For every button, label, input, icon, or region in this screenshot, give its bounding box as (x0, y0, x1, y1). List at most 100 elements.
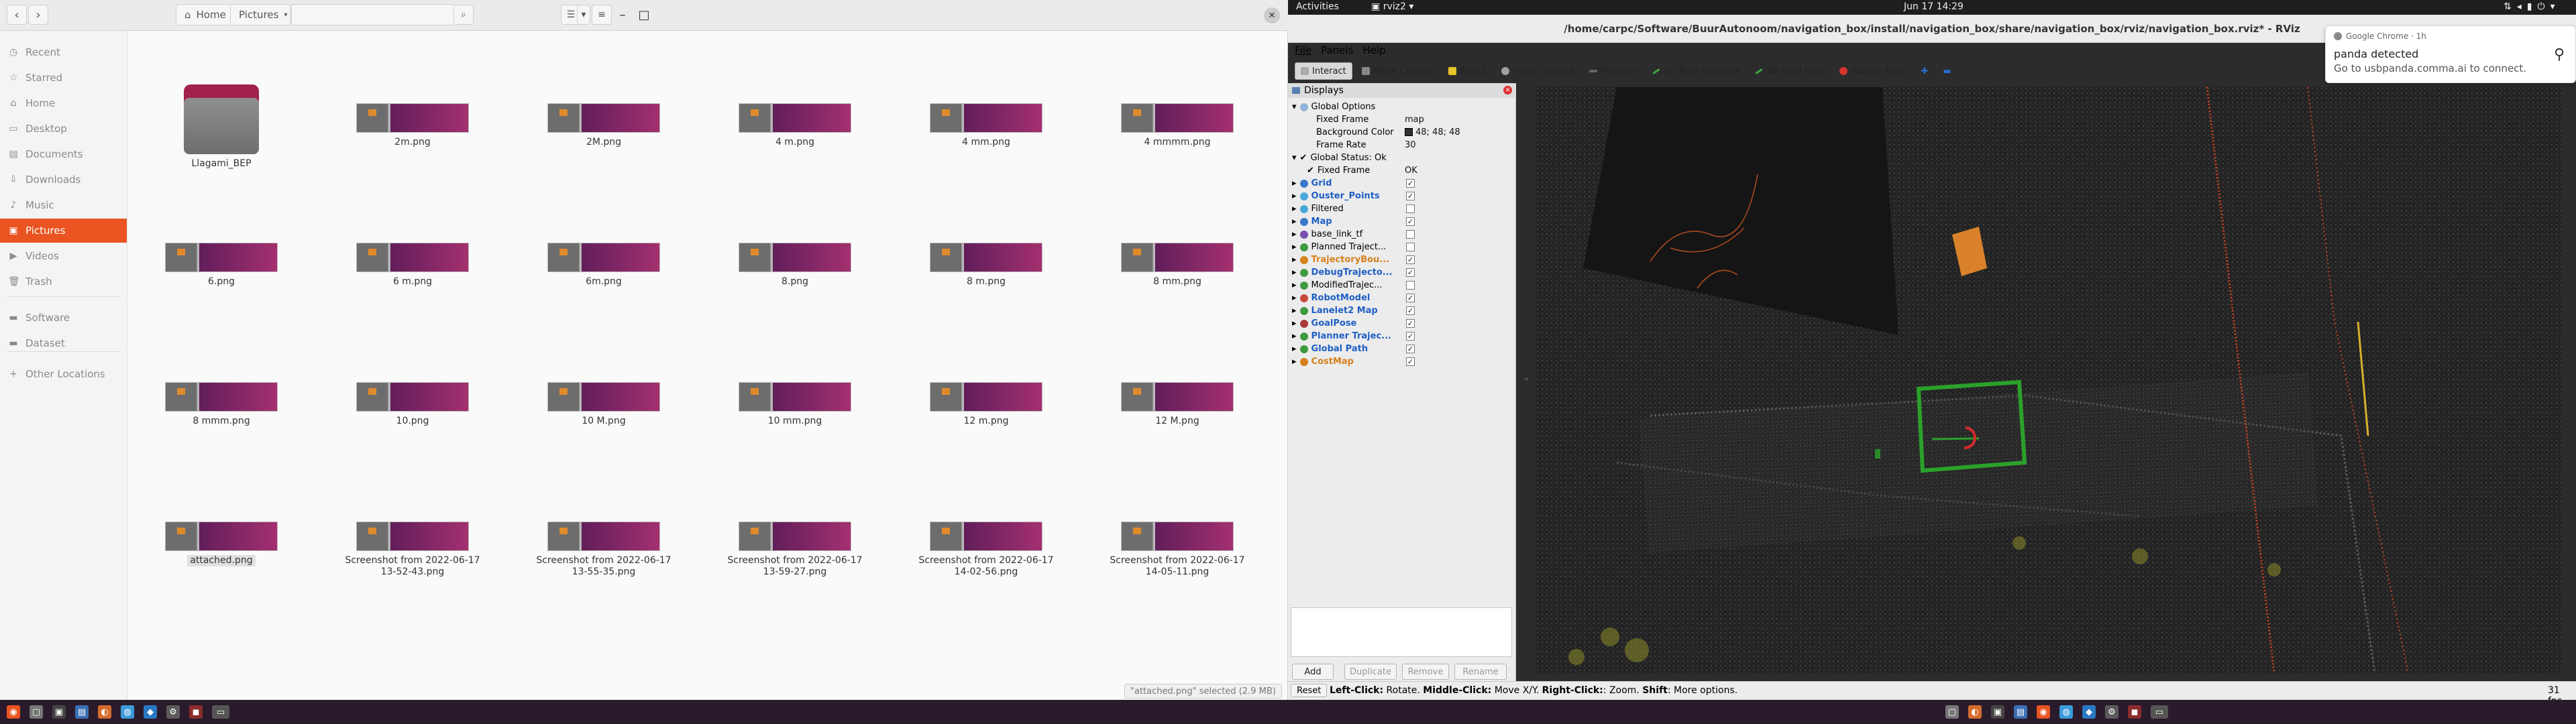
breadcrumb-pictures[interactable]: Pictures ▾ (230, 4, 290, 25)
folder-item[interactable]: Llagami_BEP (148, 72, 295, 193)
sidebar-item-videos[interactable]: ▶ Videos (0, 244, 127, 268)
rviz-taskbar-icon[interactable]: ▭ (212, 705, 229, 719)
vscode-icon[interactable]: ◆ (144, 705, 157, 719)
docs-icon[interactable]: ▤ (2014, 705, 2027, 719)
terminal-icon[interactable]: ▣ (1991, 705, 2004, 719)
sidebar-item-music[interactable]: ♪ Music (0, 193, 127, 217)
file-item[interactable]: attached.png (148, 491, 295, 611)
3d-viewport[interactable] (1536, 87, 2561, 673)
display-enabled-checkbox[interactable] (1406, 204, 1415, 213)
display-enabled-checkbox[interactable]: ✓ (1406, 217, 1415, 226)
expand-arrow-icon[interactable]: ▸ (1292, 318, 1297, 328)
display-row-filtered[interactable]: ▸ Filtered (1288, 202, 1516, 215)
background-color-row[interactable]: Background Color 48; 48; 48 (1288, 126, 1516, 139)
docs-icon[interactable]: ▤ (75, 705, 89, 719)
breadcrumb-home[interactable]: ⌂ Home (176, 4, 231, 25)
display-row-costmap[interactable]: ▸ CostMap ✓ (1288, 355, 1516, 368)
app-menu[interactable]: ▣ rviz2 ▾ (1371, 1, 1413, 12)
expand-arrow-icon[interactable]: ▸ (1292, 204, 1297, 214)
file-item[interactable]: 8 mmm.png (148, 351, 295, 472)
file-item[interactable]: Screenshot from 2022-06-17 13-55-35.png (530, 491, 678, 611)
search-button[interactable]: ⌕ (453, 5, 474, 25)
file-item[interactable]: 4 m.png (721, 72, 869, 193)
file-item[interactable]: 8 mm.png (1104, 212, 1251, 333)
expand-arrow-icon[interactable]: ▸ (1292, 293, 1297, 303)
frame-rate-row[interactable]: Frame Rate 30 (1288, 139, 1516, 152)
file-item[interactable]: 6.png (148, 212, 295, 333)
display-enabled-checkbox[interactable] (1406, 243, 1415, 251)
close-panel-icon[interactable]: ✕ (1503, 86, 1512, 95)
file-item[interactable]: 6m.png (530, 212, 678, 333)
remove-display-button[interactable]: Remove (1402, 664, 1449, 680)
display-enabled-checkbox[interactable]: ✓ (1406, 179, 1415, 188)
display-enabled-checkbox[interactable]: ✓ (1406, 319, 1415, 328)
collapse-panel-handle[interactable]: ◂ (1524, 375, 1529, 385)
file-item[interactable]: Screenshot from 2022-06-17 14-05-11.png (1104, 491, 1251, 611)
file-item[interactable]: 8.png (721, 212, 869, 333)
terminal-icon[interactable]: ▣ (52, 705, 66, 719)
select-tool[interactable]: Select (1443, 62, 1492, 80)
display-row-goalpose[interactable]: ▸ GoalPose ✓ (1288, 317, 1516, 330)
display-row-robotmodel[interactable]: ▸ RobotModel ✓ (1288, 292, 1516, 304)
display-enabled-checkbox[interactable]: ✓ (1406, 306, 1415, 315)
sidebar-item-downloads[interactable]: ⇩ Downloads (0, 168, 127, 192)
system-tray-icons[interactable]: ⇅◂▮⏻▾ (2504, 1, 2561, 12)
app-icon[interactable]: ◉ (2037, 705, 2050, 719)
remove-tool-button[interactable]: ▬ (1937, 62, 1956, 80)
file-item[interactable]: 2m.png (339, 72, 486, 193)
display-enabled-checkbox[interactable]: ✓ (1406, 294, 1415, 302)
expand-arrow-icon[interactable]: ▸ (1292, 344, 1297, 354)
file-item[interactable]: 8 m.png (912, 212, 1060, 333)
rename-display-button[interactable]: Rename (1454, 664, 1507, 680)
sidebar-item-trash[interactable]: 🗑 Trash (0, 269, 127, 294)
firefox-icon[interactable]: ◐ (98, 705, 111, 719)
file-item[interactable]: 6 m.png (339, 212, 486, 333)
sidebar-item-software[interactable]: ▬ Software (0, 306, 127, 330)
file-item[interactable]: 10 mm.png (721, 351, 869, 472)
display-enabled-checkbox[interactable] (1406, 281, 1415, 290)
sidebar-item-pictures[interactable]: ▣ Pictures (0, 219, 127, 243)
focus-camera-tool[interactable]: Focus Camera (1496, 62, 1580, 80)
app-icon[interactable]: ◼ (2128, 705, 2141, 719)
file-item[interactable]: 10 M.png (530, 351, 678, 472)
activities-button[interactable]: Activities (1296, 1, 1339, 12)
display-row-lanelet2-map[interactable]: ▸ Lanelet2 Map ✓ (1288, 304, 1516, 317)
close-button[interactable]: ✕ (1264, 7, 1280, 23)
global-status-row[interactable]: ▾ ✔ Global Status: Ok (1288, 152, 1516, 164)
files-icon[interactable]: ▢ (1945, 705, 1959, 719)
display-row-base-link-tf[interactable]: ▸ base_link_tf (1288, 228, 1516, 241)
expand-arrow-icon[interactable]: ▸ (1292, 242, 1297, 252)
display-row-planner-trajec-[interactable]: ▸ Planner Trajec... ✓ (1288, 330, 1516, 343)
publish-point-tool[interactable]: Publish Point (1834, 62, 1912, 80)
measure-tool[interactable]: Measure (1584, 62, 1643, 80)
file-item[interactable]: 12 m.png (912, 351, 1060, 472)
display-row-grid[interactable]: ▸ Grid ✓ (1288, 177, 1516, 190)
expand-arrow-icon[interactable]: ▸ (1292, 217, 1297, 227)
display-row-debugtrajecto-[interactable]: ▸ DebugTrajecto... ✓ (1288, 266, 1516, 279)
chrome-notification[interactable]: Google Chrome · 1h panda detected Go to … (2325, 25, 2576, 83)
move-camera-tool[interactable]: Move Camera (1356, 62, 1439, 80)
settings-icon[interactable]: ⚙ (2105, 705, 2118, 719)
display-row-modifiedtrajec-[interactable]: ▸ ModifiedTrajec... (1288, 279, 1516, 292)
chrome-icon[interactable]: ◍ (2059, 705, 2073, 719)
expand-arrow-icon[interactable]: ▸ (1292, 255, 1297, 265)
interact-tool[interactable]: Interact (1295, 62, 1352, 80)
sidebar-item-documents[interactable]: ▤ Documents (0, 142, 127, 166)
expand-arrow-icon[interactable]: ▸ (1292, 280, 1297, 290)
file-item[interactable]: Screenshot from 2022-06-17 14-02-56.png (912, 491, 1060, 611)
menu-file[interactable]: File (1295, 44, 1311, 56)
display-row-global-path[interactable]: ▸ Global Path ✓ (1288, 343, 1516, 355)
ubuntu-icon[interactable]: ◉ (7, 705, 20, 719)
display-row-trajectorybou-[interactable]: ▸ TrajectoryBou... ✓ (1288, 253, 1516, 266)
firefox-icon[interactable]: ◐ (1968, 705, 1982, 719)
files-icon[interactable]: ▢ (30, 705, 43, 719)
settings-icon[interactable]: ⚙ (166, 705, 180, 719)
sidebar-item-home[interactable]: ⌂ Home (0, 91, 127, 115)
goal-pose-tool[interactable]: 2D Goal Pose (1750, 62, 1829, 80)
sidebar-item-other-locations[interactable]: + Other Locations (0, 362, 127, 386)
menu-button[interactable]: ≡ (592, 5, 612, 25)
display-enabled-checkbox[interactable]: ✓ (1406, 332, 1415, 341)
display-row-planned-traject-[interactable]: ▸ Planned Traject... (1288, 241, 1516, 253)
add-tool-button[interactable]: ✚ (1915, 62, 1933, 80)
file-item[interactable]: Screenshot from 2022-06-17 13-52-43.png (339, 491, 486, 611)
